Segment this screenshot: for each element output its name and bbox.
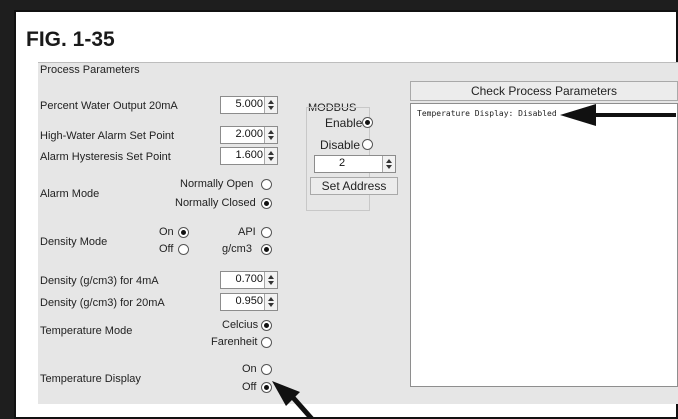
temp-celcius-radio[interactable] (261, 320, 272, 331)
figure-page: FIG. 1-35 Process Parameters Percent Wat… (0, 0, 678, 419)
density-off-radio[interactable] (178, 244, 189, 255)
check-process-parameters-button[interactable]: Check Process Parameters (410, 81, 678, 101)
spin-down-icon[interactable] (268, 106, 274, 110)
spin-down-icon[interactable] (386, 165, 392, 169)
spinner-buttons[interactable] (382, 156, 395, 172)
temp-display-off-label: Off (242, 381, 257, 393)
spin-up-icon[interactable] (268, 100, 274, 104)
water-output-label: Percent Water Output 20mA (40, 100, 178, 112)
water-output-value: 5.000 (235, 98, 263, 110)
density-on-label: On (159, 226, 174, 238)
hysteresis-value: 1.600 (235, 149, 263, 161)
modbus-disable-radio[interactable] (362, 139, 373, 150)
temp-display-label: Temperature Display (40, 373, 141, 385)
output-log[interactable]: Temperature Display: Disabled (410, 103, 678, 387)
spin-down-icon[interactable] (268, 136, 274, 140)
hysteresis-label: Alarm Hysteresis Set Point (40, 151, 171, 163)
density-api-label: API (238, 226, 256, 238)
spinner-buttons[interactable] (264, 148, 277, 164)
density-4ma-label: Density (g/cm3) for 4mA (40, 275, 159, 287)
spin-down-icon[interactable] (268, 157, 274, 161)
alarm-mode-label: Alarm Mode (40, 188, 100, 200)
spin-up-icon[interactable] (268, 151, 274, 155)
modbus-disable-label: Disable (320, 138, 361, 152)
temp-celcius-label: Celcius (222, 319, 259, 331)
density-20ma-label: Density (g/cm3) for 20mA (40, 297, 165, 309)
panel-title: Process Parameters (40, 64, 140, 76)
water-output-spinner[interactable]: 5.000 (220, 96, 278, 114)
density-20ma-value: 0.950 (235, 295, 263, 307)
spin-down-icon[interactable] (268, 303, 274, 307)
density-on-radio[interactable] (178, 227, 189, 238)
density-gcm3-label: g/cm3 (222, 243, 252, 255)
density-4ma-spinner[interactable]: 0.700 (220, 271, 278, 289)
density-mode-label: Density Mode (40, 236, 108, 248)
spin-down-icon[interactable] (268, 281, 274, 285)
alarm-mode-open-label: Normally Open (180, 178, 254, 190)
temp-display-on-label: On (242, 363, 257, 375)
alarm-mode-open-radio[interactable] (261, 179, 272, 190)
density-gcm3-radio[interactable] (261, 244, 272, 255)
high-water-spinner[interactable]: 2.000 (220, 126, 278, 144)
temp-display-on-radio[interactable] (261, 364, 272, 375)
spinner-buttons[interactable] (264, 97, 277, 113)
density-4ma-value: 0.700 (235, 273, 263, 285)
temp-farenheit-label: Farenheit (211, 336, 258, 348)
spin-up-icon[interactable] (268, 297, 274, 301)
spin-up-icon[interactable] (268, 275, 274, 279)
density-off-label: Off (159, 243, 174, 255)
high-water-label: High-Water Alarm Set Point (40, 130, 175, 142)
temp-mode-label: Temperature Mode (40, 325, 133, 337)
spinner-buttons[interactable] (264, 294, 277, 310)
alarm-mode-closed-radio[interactable] (261, 198, 272, 209)
high-water-value: 2.000 (235, 128, 263, 140)
spinner-buttons[interactable] (264, 127, 277, 143)
density-api-radio[interactable] (261, 227, 272, 238)
hysteresis-spinner[interactable]: 1.600 (220, 147, 278, 165)
spin-up-icon[interactable] (386, 159, 392, 163)
figure-title: FIG. 1-35 (26, 28, 115, 51)
modbus-address-value: 2 (338, 157, 346, 169)
temp-farenheit-radio[interactable] (261, 337, 272, 348)
modbus-enable-radio[interactable] (362, 117, 373, 128)
modbus-address-spinner[interactable]: 2 (314, 155, 396, 173)
process-parameters-panel: Process Parameters Percent Water Output … (38, 62, 678, 404)
set-address-button[interactable]: Set Address (310, 177, 398, 195)
alarm-mode-closed-label: Normally Closed (175, 197, 256, 209)
density-20ma-spinner[interactable]: 0.950 (220, 293, 278, 311)
temp-display-off-radio[interactable] (261, 382, 272, 393)
log-text: Temperature Display: Disabled (417, 109, 557, 118)
spinner-buttons[interactable] (264, 272, 277, 288)
spin-up-icon[interactable] (268, 130, 274, 134)
modbus-enable-label: Enable (325, 116, 363, 130)
